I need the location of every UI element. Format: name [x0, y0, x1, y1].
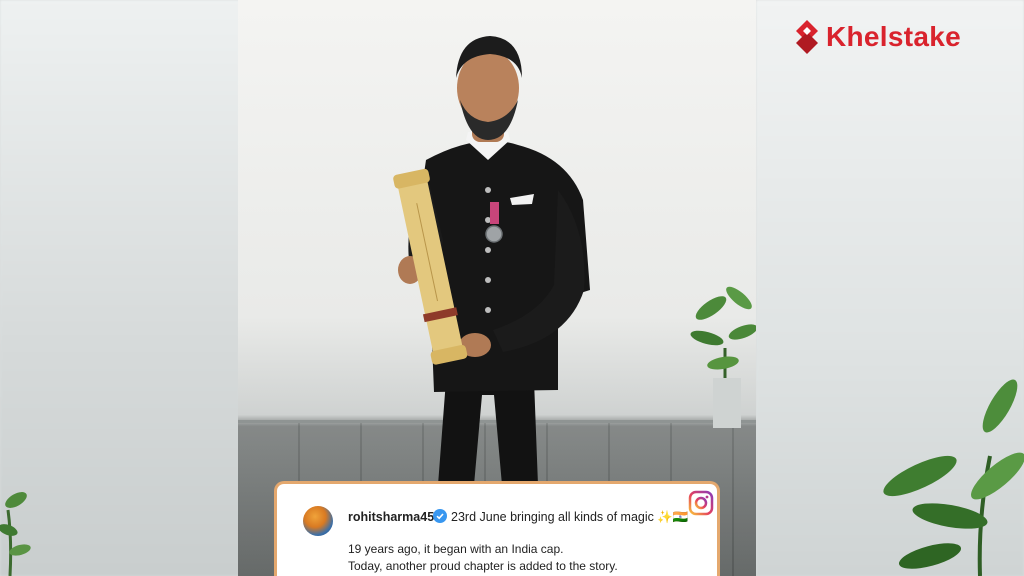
khelstake-logo: Khelstake	[794, 18, 961, 56]
instagram-icon	[688, 490, 714, 516]
post-text-line-2: Today, another proud chapter is added to…	[348, 559, 618, 573]
instagram-post-card: rohitsharma45 23rd June bringing all kin…	[274, 481, 720, 576]
post-text-line-1: 19 years ago, it began with an India cap…	[348, 542, 564, 556]
avatar[interactable]	[303, 506, 333, 536]
plant-center-right	[690, 286, 756, 428]
verified-icon	[433, 509, 447, 523]
plant-left	[0, 492, 31, 576]
plant-right	[883, 379, 1024, 576]
post-caption: 23rd June bringing all kinds of magic ✨🇮…	[451, 510, 689, 524]
username[interactable]: rohitsharma45	[348, 510, 434, 524]
khelstake-mark-icon	[796, 20, 818, 54]
brand-name: Khelstake	[826, 21, 961, 52]
